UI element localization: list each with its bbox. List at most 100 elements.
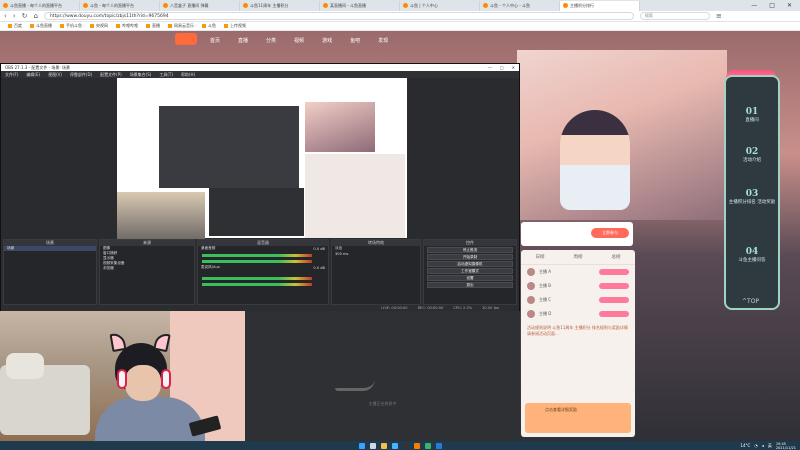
search-icon[interactable] [369, 442, 376, 449]
back-icon[interactable]: ‹ [4, 12, 7, 20]
volume-meter [202, 254, 312, 257]
list-item[interactable]: 主播 A [521, 265, 635, 279]
settings-button[interactable]: 设置 [427, 275, 513, 281]
nav-item[interactable]: 直播 [238, 37, 248, 44]
pillow [6, 353, 44, 379]
home-icon[interactable]: ⌂ [34, 12, 38, 20]
browser-tab[interactable]: 斗鱼直播 - 每个人的直播平台 [0, 0, 80, 11]
list-item[interactable]: 主播 D [521, 307, 635, 321]
close-icon[interactable]: ✕ [787, 2, 792, 9]
menu-view[interactable]: 视图(V) [48, 72, 62, 78]
menu-edit[interactable]: 编辑(E) [26, 72, 40, 78]
close-icon[interactable]: ✕ [512, 65, 515, 70]
maximize-icon[interactable]: □ [769, 2, 775, 9]
tab-day[interactable]: 日榜 [536, 254, 545, 260]
volume-slider[interactable] [202, 283, 312, 286]
exit-button[interactable]: 退出 [427, 282, 513, 288]
controls-dock: 控件 停止推流 开始录制 启动虚拟摄像机 工作室模式 设置 退出 [423, 239, 517, 305]
browser-tab-active[interactable]: 主播积分排行 [560, 0, 640, 11]
search-input[interactable]: 搜索 [639, 12, 710, 20]
bookmark-item[interactable]: 上传视频 [224, 23, 246, 29]
source-item[interactable]: 浏览器 [100, 266, 194, 271]
menu-profile[interactable]: 配置文件(P) [100, 72, 122, 78]
start-icon[interactable] [358, 442, 365, 449]
video-player[interactable]: 主播正在休息中 [245, 311, 520, 441]
list-item[interactable]: 主播 C [521, 293, 635, 307]
browser-tab[interactable]: 某直播间 - 斗鱼直播 [320, 0, 400, 11]
network-icon[interactable]: ◔ [754, 443, 758, 448]
volume-icon[interactable]: ◂ [762, 443, 764, 448]
bookmark-item[interactable]: 哔哩哔哩 [116, 23, 138, 29]
site-top-nav: 首页 直播 分类 视频 游戏 鱼吧 发现 [150, 31, 650, 49]
volume-slider[interactable] [202, 260, 312, 263]
menu-docks[interactable]: 停靠部件(D) [70, 72, 92, 78]
folder-icon[interactable] [380, 442, 387, 449]
virtual-camera-button[interactable]: 启动虚拟摄像机 [427, 261, 513, 267]
nav-item[interactable]: 发现 [378, 37, 388, 44]
menu-file[interactable]: 文件(F) [5, 72, 18, 78]
menu-scene-collection[interactable]: 场景集合(S) [130, 72, 152, 78]
minimize-icon[interactable]: — [751, 2, 757, 9]
browser-tab[interactable]: 斗鱼11周年 主播积分 [240, 0, 320, 11]
nested-webcam [117, 192, 205, 240]
bookmark-item[interactable]: 网易云音乐 [168, 23, 194, 29]
ime-indicator[interactable]: 英 [768, 443, 772, 449]
event-menu-item[interactable]: 04 斗鱼主播问答 [726, 247, 778, 263]
bookmark-icon [8, 24, 12, 28]
event-menu-item[interactable]: 01 直播间 [726, 107, 778, 123]
bookmark-icon [202, 24, 206, 28]
join-button[interactable]: 立即参与 [591, 228, 629, 238]
browser-tab[interactable]: 斗鱼 - 每个人的直播平台 [80, 0, 160, 11]
bookmark-item[interactable]: 斗鱼直播 [30, 23, 52, 29]
tab-week[interactable]: 周榜 [574, 254, 583, 260]
tab-total[interactable]: 总榜 [612, 254, 621, 260]
event-menu-item[interactable]: 02 活动介绍 [726, 147, 778, 163]
bookmark-label: 手机斗鱼 [66, 23, 82, 28]
nav-item[interactable]: 视频 [294, 37, 304, 44]
nav-item[interactable]: 分类 [266, 37, 276, 44]
nav-item[interactable]: 鱼吧 [350, 37, 360, 44]
promo-banner[interactable]: 点击查看详细奖励 [525, 403, 631, 433]
obs-icon[interactable] [402, 442, 409, 449]
browser-tab[interactable]: 斗鱼 | 个人中心 [400, 0, 480, 11]
studio-mode-button[interactable]: 工作室模式 [427, 268, 513, 274]
avatar [527, 296, 535, 304]
minimize-icon[interactable]: — [488, 65, 492, 70]
clock[interactable]: 19:45 2021/11/21 [776, 442, 796, 450]
menu-icon[interactable]: ≡ [716, 12, 722, 20]
bookmark-icon [146, 24, 150, 28]
browser-tab[interactable]: 八音盒子 直播间 弹幕 [160, 0, 240, 11]
bookmark-item[interactable]: 直播 [146, 23, 160, 29]
douyu-icon[interactable] [413, 442, 420, 449]
start-recording-button[interactable]: 开始录制 [427, 254, 513, 260]
gift-card: 立即参与 [521, 222, 633, 246]
nav-item[interactable]: 游戏 [322, 37, 332, 44]
obs-preview[interactable] [117, 78, 407, 240]
back-to-top-button[interactable]: ^TOP [742, 298, 759, 305]
browser-icon[interactable] [391, 442, 398, 449]
bookmark-item[interactable]: 央视网 [90, 23, 108, 29]
transition-duration[interactable]: 300 ms [332, 251, 420, 256]
browser-tab[interactable]: 斗鱼 - 个人中心 - 斗鱼 [480, 0, 560, 11]
reload-icon[interactable]: ↻ [22, 12, 28, 20]
bookmark-label: 直播 [152, 23, 160, 28]
menu-help[interactable]: 帮助(H) [181, 72, 195, 78]
bookmark-item[interactable]: 斗鱼 [202, 23, 216, 29]
address-bar[interactable]: https://www.douyu.com/topic/zbjs11th?rid… [43, 12, 634, 20]
menu-tools[interactable]: 工具(T) [159, 72, 173, 78]
qq-icon[interactable] [435, 442, 442, 449]
status-badge [599, 283, 629, 289]
bookmark-item[interactable]: 百度 [8, 23, 22, 29]
wechat-icon[interactable] [424, 442, 431, 449]
list-item[interactable]: 主播 B [521, 279, 635, 293]
forward-icon[interactable]: › [13, 12, 16, 20]
browser-tab-bar: 斗鱼直播 - 每个人的直播平台 斗鱼 - 每个人的直播平台 八音盒子 直播间 弹… [0, 0, 800, 11]
maximize-icon[interactable]: □ [500, 65, 504, 70]
event-menu-item[interactable]: 03 主播积分排名 活动奖励 [726, 189, 778, 205]
scene-item[interactable]: 场景 [4, 246, 96, 251]
weather-readout[interactable]: 14°C [740, 443, 750, 448]
stop-streaming-button[interactable]: 停止推流 [427, 247, 513, 253]
obs-title: OBS 27.1.3 - 配置文件 - 场景: 场景 [5, 64, 70, 70]
nav-item[interactable]: 首页 [210, 37, 220, 44]
bookmark-item[interactable]: 手机斗鱼 [60, 23, 82, 29]
